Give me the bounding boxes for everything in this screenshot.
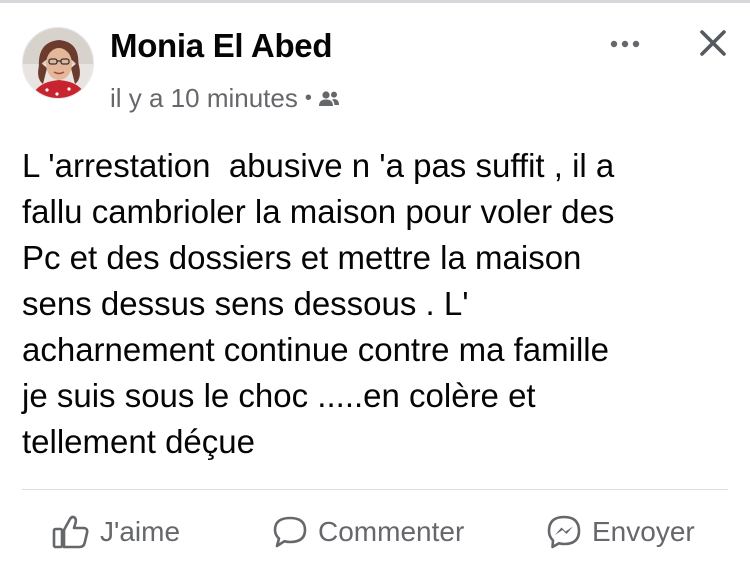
send-button[interactable]: Envoyer (546, 503, 695, 561)
like-label: J'aime (100, 516, 181, 547)
avatar[interactable] (22, 27, 94, 99)
divider (22, 489, 728, 490)
avatar-photo (23, 28, 93, 98)
thumbs-up-icon (52, 515, 90, 549)
meta-separator: • (304, 87, 312, 109)
close-icon (700, 30, 726, 56)
post-meta: il y a 10 minutes • (110, 83, 340, 114)
more-options-button[interactable] (600, 29, 650, 59)
more-dots-icon (610, 40, 640, 48)
post-card: Monia El Abed il y a 10 minutes • L 'arr… (0, 0, 750, 567)
post-text: L 'arrestation abusive n 'a pas suffit ,… (22, 147, 615, 460)
post-timestamp[interactable]: il y a 10 minutes (110, 83, 298, 114)
comment-button[interactable]: Commenter (272, 503, 464, 561)
close-button[interactable] (690, 23, 736, 63)
comment-label: Commenter (318, 516, 465, 547)
comment-icon (272, 515, 308, 549)
like-button[interactable]: J'aime (52, 503, 180, 561)
send-label: Envoyer (592, 516, 695, 547)
messenger-icon (546, 514, 582, 550)
action-bar: J'aime Commenter Envoyer (0, 503, 750, 561)
friends-icon[interactable] (318, 90, 340, 108)
author-name[interactable]: Monia El Abed (110, 27, 333, 65)
